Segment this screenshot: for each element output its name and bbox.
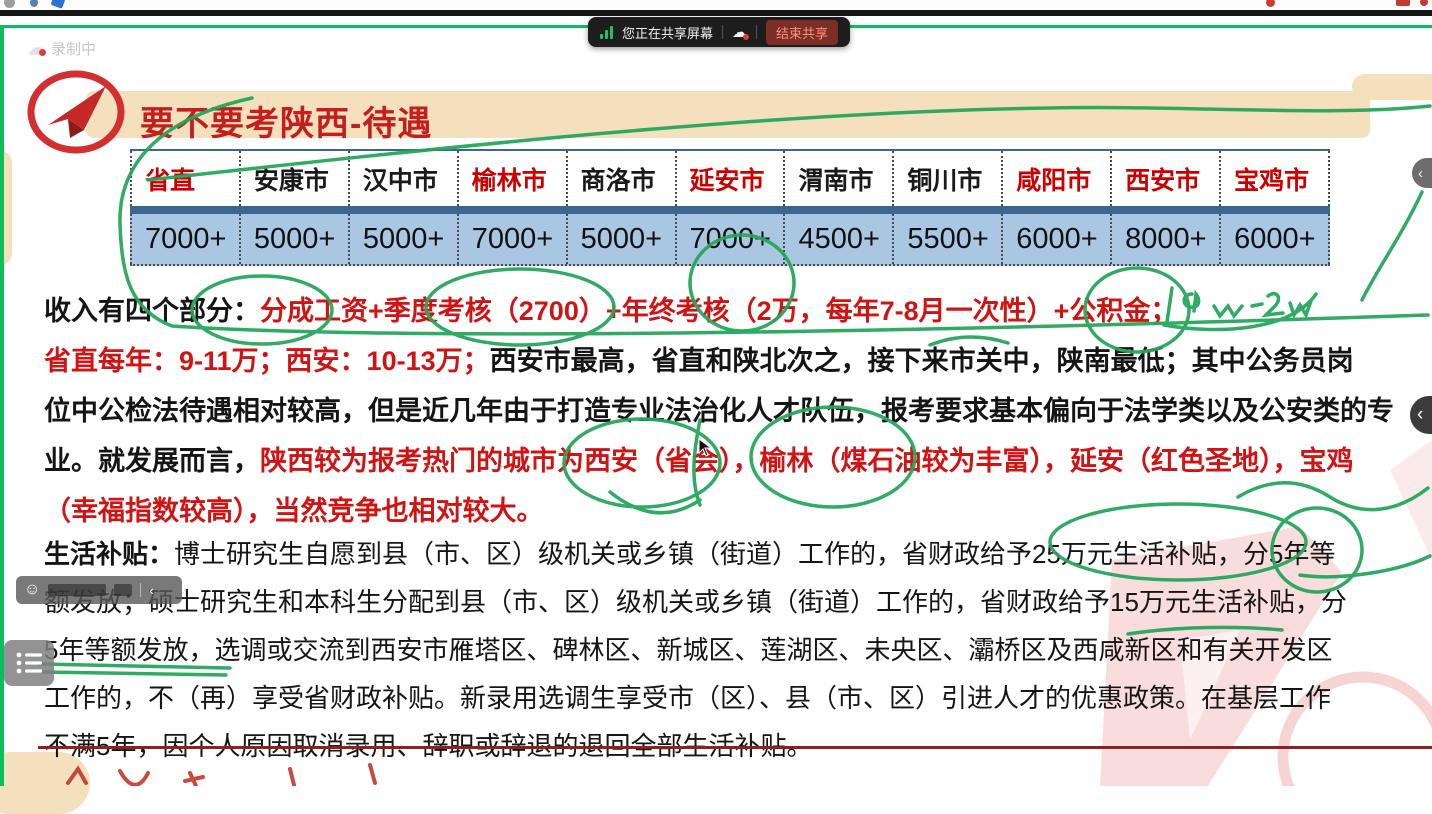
table-value-row: 7000+ 5000+ 5000+ 7000+ 5000+ 7000+ 4500… xyxy=(130,214,1330,266)
table-header-cell: 宝鸡市 xyxy=(1221,151,1330,206)
paper-plane-browser-icon xyxy=(51,0,66,9)
browser-icon xyxy=(1266,0,1275,7)
browser-icon xyxy=(1396,0,1410,6)
chevron-left-icon[interactable]: ‹ xyxy=(149,583,153,598)
illegible-label xyxy=(48,584,106,596)
table-value-cell: 7000+ xyxy=(459,214,568,264)
collapse-panel-button[interactable]: ‹ xyxy=(1412,158,1432,188)
table-header-cell: 榆林市 xyxy=(459,151,568,206)
decor-pill-top-right xyxy=(1352,74,1432,100)
browser-icon xyxy=(4,0,15,8)
table-header-cell: 铜川市 xyxy=(894,151,1003,206)
table-header-cell: 渭南市 xyxy=(785,151,894,206)
table-header-cell: 咸阳市 xyxy=(1003,151,1112,206)
table-header-cell: 省直 xyxy=(130,151,241,206)
page-title: 要不要考陕西-待遇 xyxy=(140,96,432,145)
subsidy-line-2: 额发放；硕士研究生和本科生分配到县（市、区）级机关或乡镇（街道）工作的，省财政给… xyxy=(44,578,1432,626)
browser-icon xyxy=(30,0,38,7)
illegible-label xyxy=(114,584,132,596)
subsidy-paragraph: 生活补贴：博士研究生自愿到县（市、区）级机关或乡镇（街道）工作的，省财政给予25… xyxy=(44,530,1432,770)
income-line-4: 业。就发展而言，陕西较为报考热门的城市为西安（省会），榆林（煤石油较为丰富），延… xyxy=(44,436,1432,486)
income-line-5: （幸福指数较高），当然竞争也相对较大。 xyxy=(44,486,1432,536)
chevron-left-icon: ‹ xyxy=(1418,165,1423,182)
table-value-cell: 5000+ xyxy=(241,214,350,264)
table-header-cell: 西安市 xyxy=(1112,151,1221,206)
subsidy-line-1: 生活补贴：博士研究生自愿到县（市、区）级机关或乡镇（街道）工作的，省财政给予25… xyxy=(44,530,1432,578)
chat-overlay-pill[interactable]: ☺ ‹ xyxy=(16,576,182,604)
share-status-text: 您正在共享屏幕 xyxy=(622,23,713,42)
signal-bars-icon xyxy=(600,25,613,39)
cloud-recording-icon[interactable]: ☁ xyxy=(732,25,747,40)
subsidy-line-3: 5年等额发放，选调或交流到西安市雁塔区、碑林区、新城区、莲湖区、未央区、灞桥区及… xyxy=(44,626,1432,674)
table-header-cell: 汉中市 xyxy=(350,151,459,206)
list-icon xyxy=(15,650,43,676)
table-value-cell: 4500+ xyxy=(785,214,894,264)
table-value-cell: 5000+ xyxy=(568,214,677,264)
agenda-list-button[interactable] xyxy=(4,640,54,686)
salary-table: 省直 安康市 汉中市 榆林市 商洛市 延安市 渭南市 铜川市 咸阳市 西安市 宝… xyxy=(130,149,1330,266)
income-paragraph: 收入有四个部分：分成工资+季度考核（2700）+年终考核（2万，每年7-8月一次… xyxy=(44,286,1432,536)
table-divider-bar xyxy=(130,206,1330,214)
table-header-cell: 商洛市 xyxy=(568,151,677,206)
cloud-record-icon: ☁ xyxy=(28,40,45,57)
subsidy-line-4: 工作的，不（再）享受省财政补贴。新录用选调生享受市（区）、县（市、区）引进人才的… xyxy=(44,674,1432,722)
table-header-cell: 安康市 xyxy=(241,151,350,206)
end-share-button[interactable]: 结束共享 xyxy=(766,20,838,45)
income-line-1: 收入有四个部分：分成工资+季度考核（2700）+年终考核（2万，每年7-8月一次… xyxy=(44,286,1432,336)
table-value-cell: 5500+ xyxy=(894,214,1003,264)
toolbar-divider xyxy=(722,25,723,39)
table-value-cell: 8000+ xyxy=(1112,214,1221,264)
table-value-cell: 7000+ xyxy=(130,214,241,264)
browser-icon xyxy=(1420,0,1428,6)
window-divider-bar xyxy=(0,10,1432,16)
income-line-3: 位中公检法待遇相对较高，但是近几年由于打造专业法治化人才队伍，报考要求基本偏向于… xyxy=(44,386,1432,436)
table-value-cell: 7000+ xyxy=(677,214,786,264)
table-header-row: 省直 安康市 汉中市 榆林市 商洛市 延安市 渭南市 铜川市 咸阳市 西安市 宝… xyxy=(130,149,1330,206)
table-value-cell: 6000+ xyxy=(1003,214,1112,264)
screen-share-toolbar: 您正在共享屏幕 ☁ 结束共享 xyxy=(588,17,850,47)
recording-indicator: ☁ 录制中 xyxy=(28,38,96,59)
toolbar-divider xyxy=(756,25,757,39)
smiley-icon[interactable]: ☺ xyxy=(24,582,40,598)
table-header-cell: 延安市 xyxy=(677,151,786,206)
table-value-cell: 6000+ xyxy=(1221,214,1330,264)
table-value-cell: 5000+ xyxy=(350,214,459,264)
recording-label: 录制中 xyxy=(51,38,96,59)
chevron-left-icon: ‹ xyxy=(1417,404,1423,426)
paper-plane-logo xyxy=(26,70,126,156)
pill-divider xyxy=(140,583,141,597)
browser-top-strip xyxy=(0,0,1432,10)
income-line-2: 省直每年：9-11万；西安：10-13万；西安市最高，省直和陕北次之，接下来市关… xyxy=(44,336,1432,386)
red-divider-line xyxy=(38,746,1432,749)
